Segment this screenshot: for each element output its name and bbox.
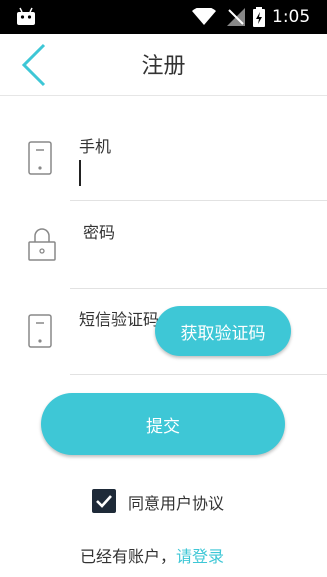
divider bbox=[70, 374, 327, 375]
lock-icon bbox=[28, 228, 56, 261]
phone-label: 手机 bbox=[79, 137, 112, 156]
agreement-checkbox[interactable] bbox=[92, 489, 116, 513]
password-label: 密码 bbox=[83, 223, 116, 242]
divider bbox=[70, 288, 327, 289]
login-link[interactable]: 请登录 bbox=[176, 547, 224, 566]
checkmark-icon bbox=[96, 495, 112, 508]
no-signal-icon bbox=[227, 8, 245, 26]
submit-button[interactable]: 提交 bbox=[41, 393, 285, 455]
android-icon bbox=[17, 7, 35, 25]
phone-input[interactable] bbox=[79, 160, 81, 186]
page-title: 注册 bbox=[141, 54, 186, 79]
phone-icon bbox=[28, 314, 52, 348]
wifi-icon bbox=[192, 8, 216, 25]
status-time: 1:05 bbox=[272, 7, 311, 27]
sms-code-label: 短信验证码 bbox=[79, 310, 160, 329]
phone-icon bbox=[28, 141, 52, 175]
password-input[interactable] bbox=[79, 245, 327, 275]
battery-charging-icon bbox=[253, 7, 265, 27]
status-bar: 1:05 bbox=[0, 0, 327, 34]
login-prefix: 已经有账户， bbox=[80, 547, 177, 566]
get-code-button[interactable]: 获取验证码 bbox=[155, 306, 291, 356]
divider bbox=[70, 200, 327, 201]
agreement-label[interactable]: 同意用户协议 bbox=[128, 490, 224, 514]
app-bar: 注册 bbox=[0, 34, 327, 96]
login-prompt: 已经有账户，请登录 bbox=[80, 543, 224, 567]
sms-code-input[interactable] bbox=[79, 332, 149, 362]
